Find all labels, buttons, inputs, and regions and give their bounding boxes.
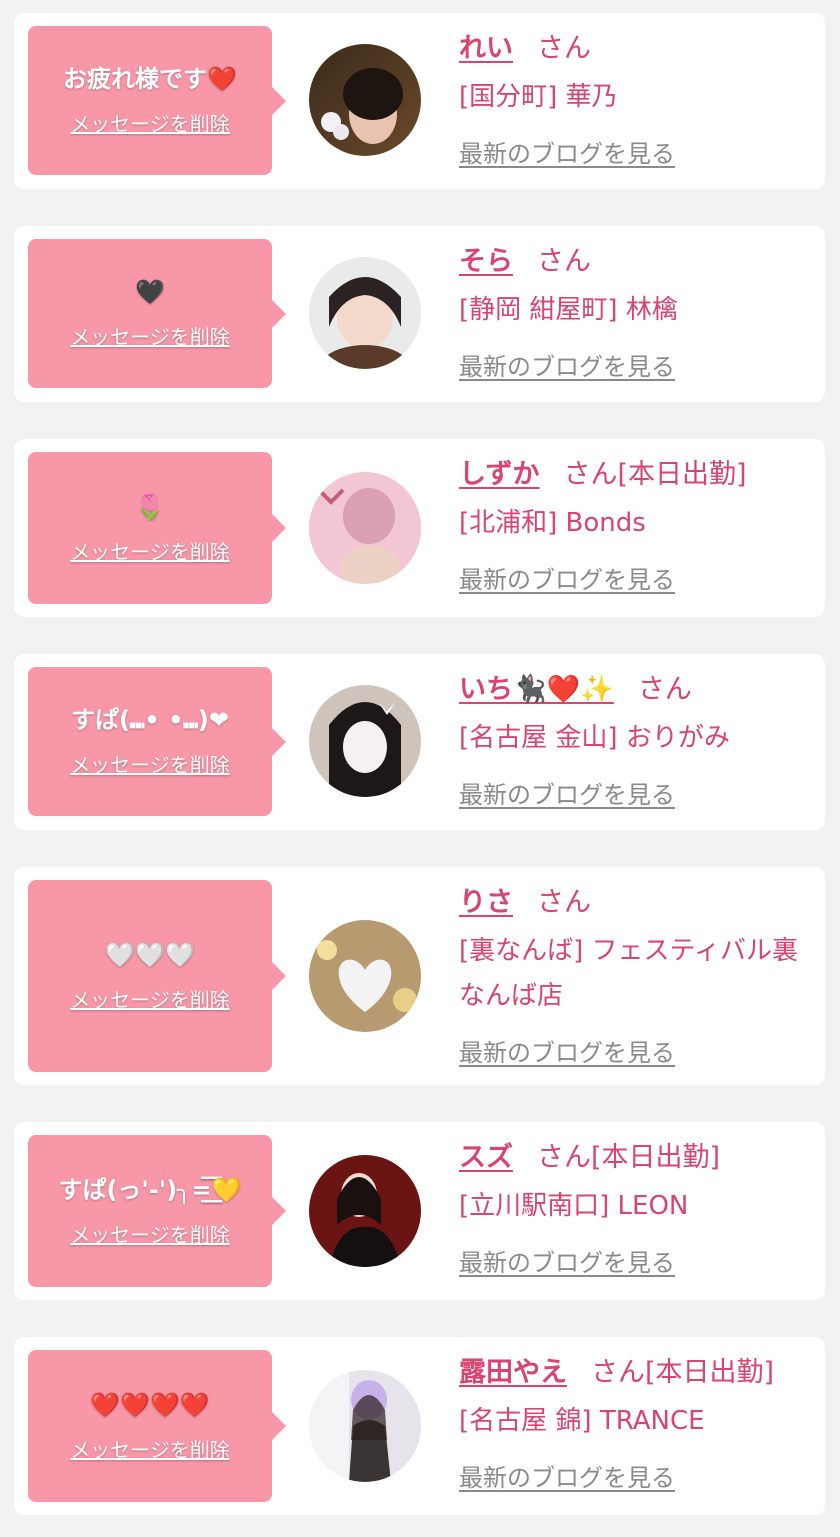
girl-info: いち🐈‍⬛❤️✨ さん [名古屋 金山] おりがみ 最新のブログを見る bbox=[459, 672, 815, 810]
delete-message-link[interactable]: メッセージを削除 bbox=[70, 984, 230, 1013]
shop-name: [名古屋 錦] TRANCE bbox=[459, 1406, 705, 1436]
status-badge: [本日出勤] bbox=[617, 459, 747, 490]
avatar[interactable] bbox=[309, 257, 421, 369]
message-card: すぱ(⑉• •⑉)❤ メッセージを削除 いち🐈‍⬛❤️✨ さん [名古屋 金山] … bbox=[14, 654, 825, 830]
honorific: さん bbox=[637, 674, 692, 705]
avatar[interactable] bbox=[309, 1370, 421, 1482]
girl-info: スズ さん[本日出勤] [立川駅南口] LEON 最新のブログを見る bbox=[459, 1140, 815, 1278]
honorific: さん bbox=[591, 1357, 645, 1388]
avatar[interactable] bbox=[309, 685, 421, 797]
message-text: お疲れ様です❤️ bbox=[63, 65, 237, 93]
message-card: お疲れ様です❤️ メッセージを削除 れい さん [国分町] 華乃 最新のブログを見… bbox=[14, 13, 825, 189]
shop-name: [国分町] 華乃 bbox=[459, 82, 618, 112]
honorific: さん bbox=[563, 459, 618, 490]
girl-name-link[interactable]: 露田やえ bbox=[459, 1357, 567, 1388]
status-badge: [本日出勤] bbox=[591, 1142, 721, 1173]
girl-name-link[interactable]: しずか bbox=[459, 459, 539, 490]
message-bubble: ❤️❤️❤️❤️ メッセージを削除 bbox=[28, 1350, 286, 1502]
delete-message-link[interactable]: メッセージを削除 bbox=[70, 1219, 230, 1248]
shop-name: [名古屋 金山] おりがみ bbox=[459, 723, 730, 753]
message-bubble: 🌷 メッセージを削除 bbox=[28, 452, 286, 604]
girl-name-link[interactable]: そら bbox=[459, 246, 513, 277]
honorific: さん bbox=[537, 887, 591, 918]
avatar[interactable] bbox=[309, 920, 421, 1032]
message-card: 🤍🤍🤍 メッセージを削除 りさ さん [裏なんば] フェスティバル裏なんば店 最新… bbox=[14, 867, 825, 1085]
shop-name: [裏なんば] フェスティバル裏なんば店 bbox=[459, 936, 798, 1011]
message-card: ❤️❤️❤️❤️ メッセージを削除 露田やえ さん[本日出勤] [名古屋 錦] T… bbox=[14, 1337, 825, 1515]
girl-info: そら さん [静岡 紺屋町] 林檎 最新のブログを見る bbox=[459, 244, 815, 382]
message-bubble: すぱ(っ'-')╮=͟͟͞͞💛 メッセージを削除 bbox=[28, 1135, 286, 1287]
message-card: すぱ(っ'-')╮=͟͟͞͞💛 メッセージを削除 スズ さん[本日出勤] [立川駅… bbox=[14, 1122, 825, 1300]
avatar[interactable] bbox=[309, 44, 421, 156]
avatar[interactable] bbox=[309, 1155, 421, 1267]
delete-message-link[interactable]: メッセージを削除 bbox=[70, 108, 230, 137]
latest-blog-link[interactable]: 最新のブログを見る bbox=[459, 1033, 675, 1068]
delete-message-link[interactable]: メッセージを削除 bbox=[70, 536, 230, 565]
status-badge: [本日出勤] bbox=[645, 1357, 775, 1388]
latest-blog-link[interactable]: 最新のブログを見る bbox=[459, 134, 675, 169]
latest-blog-link[interactable]: 最新のブログを見る bbox=[459, 775, 675, 810]
shop-name: [北浦和] Bonds bbox=[459, 508, 646, 538]
message-text: 🖤 bbox=[135, 278, 165, 306]
message-bubble: 🖤 メッセージを削除 bbox=[28, 239, 286, 388]
honorific: さん bbox=[537, 33, 591, 64]
girl-info: 露田やえ さん[本日出勤] [名古屋 錦] TRANCE 最新のブログを見る bbox=[459, 1355, 815, 1493]
message-text: すぱ(⑉• •⑉)❤ bbox=[71, 706, 229, 734]
latest-blog-link[interactable]: 最新のブログを見る bbox=[459, 347, 675, 382]
delete-message-link[interactable]: メッセージを削除 bbox=[70, 1434, 230, 1463]
message-bubble: すぱ(⑉• •⑉)❤ メッセージを削除 bbox=[28, 667, 286, 816]
delete-message-link[interactable]: メッセージを削除 bbox=[70, 321, 230, 350]
avatar[interactable] bbox=[309, 472, 421, 584]
girl-info: れい さん [国分町] 華乃 最新のブログを見る bbox=[459, 31, 815, 169]
message-bubble: お疲れ様です❤️ メッセージを削除 bbox=[28, 26, 286, 175]
message-text: ❤️❤️❤️❤️ bbox=[90, 1390, 210, 1419]
message-card: 🖤 メッセージを削除 そら さん [静岡 紺屋町] 林檎 最新のブログを見る bbox=[14, 226, 825, 402]
shop-name: [静岡 紺屋町] 林檎 bbox=[459, 295, 678, 325]
girl-info: りさ さん [裏なんば] フェスティバル裏なんば店 最新のブログを見る bbox=[459, 885, 815, 1068]
latest-blog-link[interactable]: 最新のブログを見る bbox=[459, 1458, 675, 1493]
girl-name-link[interactable]: スズ bbox=[459, 1142, 513, 1173]
shop-name: [立川駅南口] LEON bbox=[459, 1191, 689, 1221]
message-bubble: 🤍🤍🤍 メッセージを削除 bbox=[28, 880, 286, 1072]
message-text: すぱ(っ'-')╮=͟͟͞͞💛 bbox=[58, 1175, 242, 1204]
girl-name-link[interactable]: りさ bbox=[459, 887, 513, 918]
latest-blog-link[interactable]: 最新のブログを見る bbox=[459, 560, 675, 595]
message-text: 🌷 bbox=[135, 492, 165, 521]
delete-message-link[interactable]: メッセージを削除 bbox=[70, 749, 230, 778]
girl-info: しずか さん[本日出勤] [北浦和] Bonds 最新のブログを見る bbox=[459, 457, 815, 595]
latest-blog-link[interactable]: 最新のブログを見る bbox=[459, 1243, 675, 1278]
honorific: さん bbox=[537, 1142, 591, 1173]
honorific: さん bbox=[537, 246, 591, 277]
message-text: 🤍🤍🤍 bbox=[105, 940, 195, 969]
girl-name-link[interactable]: れい bbox=[459, 33, 513, 64]
message-card: 🌷 メッセージを削除 しずか さん[本日出勤] [北浦和] Bonds 最新のブロ… bbox=[14, 439, 825, 617]
message-list: お疲れ様です❤️ メッセージを削除 れい さん [国分町] 華乃 最新のブログを見… bbox=[0, 0, 840, 1537]
girl-name-link[interactable]: いち🐈‍⬛❤️✨ bbox=[459, 674, 614, 705]
